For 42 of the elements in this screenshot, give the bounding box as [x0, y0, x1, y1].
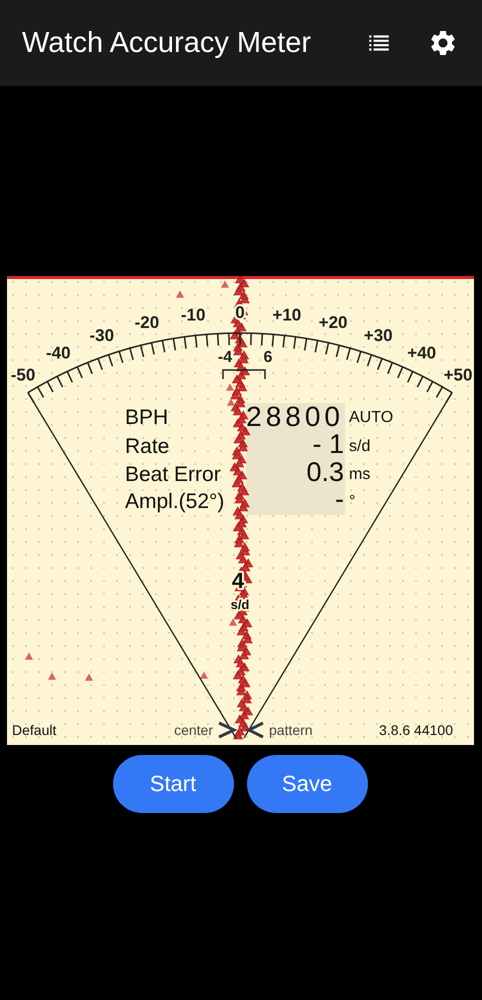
scale-label: +20	[318, 313, 348, 332]
scale-label: +10	[272, 306, 302, 325]
reading-label: Ampl.(52°)	[125, 490, 224, 513]
reading-unit: ms	[349, 466, 370, 483]
reading-value: - 1	[312, 429, 344, 459]
reading-unit: °	[349, 493, 356, 510]
action-button[interactable]: Save	[246, 755, 368, 813]
window-label: -4	[218, 349, 232, 366]
scale-label: -30	[90, 326, 114, 345]
reading-label: Rate	[125, 435, 170, 458]
reading-value: 0.3	[306, 457, 344, 487]
scale-label: -50	[10, 366, 36, 385]
chevron-left-icon	[246, 722, 264, 738]
reading-label: Beat Error	[125, 463, 221, 486]
triangle-mark	[84, 674, 94, 681]
window-bracket	[222, 369, 266, 379]
pattern-hint: pattern	[269, 722, 313, 738]
center-hint: center	[174, 722, 213, 738]
reading-unit: AUTO	[349, 409, 394, 426]
scale-label: +50	[444, 366, 472, 385]
reading-unit: s/d	[349, 438, 370, 455]
action-button[interactable]: Start	[112, 755, 234, 813]
scale-label: -20	[134, 313, 160, 332]
chevron-right-icon	[218, 722, 238, 738]
reading-value: -	[335, 484, 344, 514]
scale-label: +30	[364, 326, 393, 345]
triangle-mark	[24, 652, 34, 660]
scale-label: -40	[46, 343, 71, 362]
version-label: 3.8.6 44100	[379, 722, 453, 738]
app-title: Watch Accuracy Meter	[22, 26, 312, 60]
triangle-mark	[200, 672, 208, 679]
scale-label: -10	[180, 306, 206, 325]
scale-label: +40	[407, 343, 436, 362]
window-label: 6	[264, 349, 272, 366]
triangle-mark	[228, 618, 238, 626]
reading-value: 28800	[246, 401, 344, 432]
scale-label: 0	[235, 303, 245, 322]
triangle-mark	[48, 672, 56, 680]
profile-label: Default	[12, 722, 56, 738]
reading-label: BPH	[125, 406, 168, 429]
triangle-mark	[176, 290, 184, 298]
triangle-mark	[220, 280, 230, 288]
